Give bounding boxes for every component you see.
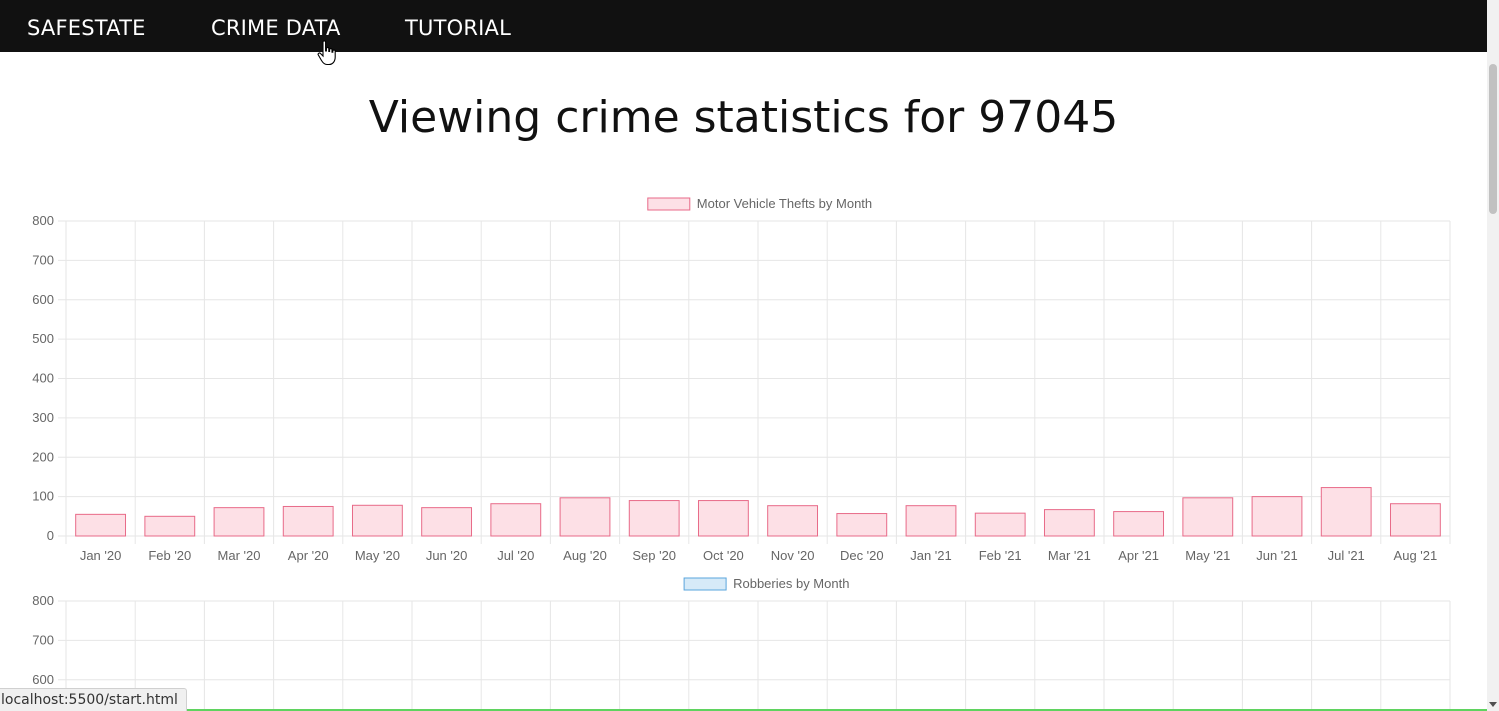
x-tick-label: Apr '20 <box>288 548 329 563</box>
bar[interactable] <box>697 500 749 537</box>
x-tick-label: Sep '20 <box>632 548 676 563</box>
legend-swatch[interactable] <box>647 197 691 211</box>
bar[interactable] <box>282 505 334 537</box>
y-tick-label: 500 <box>32 331 54 346</box>
nav-tutorial-link[interactable]: TUTORIAL <box>405 16 511 40</box>
x-tick-label: Feb '21 <box>979 548 1022 563</box>
y-tick-label: 700 <box>32 252 54 267</box>
x-tick-label: Oct '20 <box>703 548 744 563</box>
x-tick-label: May '20 <box>355 548 400 563</box>
link-status-bar: localhost:5500/start.html <box>0 688 187 711</box>
bar[interactable] <box>767 505 819 537</box>
x-tick-label: Mar '20 <box>218 548 261 563</box>
x-tick-label: Jul '21 <box>1328 548 1365 563</box>
bar[interactable] <box>559 497 611 537</box>
bar[interactable] <box>1043 509 1095 537</box>
x-tick-label: Apr '21 <box>1118 548 1159 563</box>
y-tick-label: 400 <box>32 371 54 386</box>
bar[interactable] <box>351 504 403 537</box>
bar[interactable] <box>1389 503 1441 537</box>
robberies-chart: Robberies by Month 800 700 600 <box>32 576 1451 711</box>
x-tick-label: May '21 <box>1185 548 1230 563</box>
motor-vehicle-thefts-chart: Motor Vehicle Thefts by Month 800 700 600 50… <box>32 196 1451 563</box>
bar[interactable] <box>490 503 542 537</box>
bar[interactable] <box>1113 511 1165 537</box>
y-tick-label: 200 <box>32 449 54 464</box>
bar[interactable] <box>421 507 473 537</box>
nav-brand-link[interactable]: SAFESTATE <box>27 16 146 40</box>
navbar: SAFESTATE CRIME DATA TUTORIAL <box>0 0 1487 52</box>
x-tick-label: Jul '20 <box>497 548 534 563</box>
legend-swatch[interactable] <box>683 577 727 591</box>
y-tick-label: 0 <box>47 528 54 543</box>
x-tick-label: Jun '20 <box>426 548 468 563</box>
y-tick-label: 600 <box>32 292 54 307</box>
legend-label[interactable]: Motor Vehicle Thefts by Month <box>697 196 872 211</box>
x-tick-label: Feb '20 <box>148 548 191 563</box>
y-tick-label: 100 <box>32 489 54 504</box>
bar[interactable] <box>213 507 265 537</box>
hand-pointer-cursor-icon <box>317 40 336 66</box>
x-tick-label: Aug '21 <box>1394 548 1438 563</box>
bar[interactable] <box>1251 496 1303 537</box>
legend-label[interactable]: Robberies by Month <box>733 576 849 591</box>
bar[interactable] <box>905 505 957 537</box>
vertical-scrollbar[interactable] <box>1487 0 1499 711</box>
bar[interactable] <box>974 512 1026 537</box>
x-tick-label: Mar '21 <box>1048 548 1091 563</box>
x-tick-label: Aug '20 <box>563 548 607 563</box>
scrollbar-thumb[interactable] <box>1489 64 1497 214</box>
x-tick-label: Jan '20 <box>80 548 122 563</box>
bar[interactable] <box>75 513 127 537</box>
y-tick-label: 800 <box>32 213 54 228</box>
bar[interactable] <box>628 500 680 537</box>
x-tick-label: Jun '21 <box>1256 548 1298 563</box>
x-tick-label: Dec '20 <box>840 548 884 563</box>
bar[interactable] <box>144 515 196 537</box>
bar[interactable] <box>1182 497 1234 537</box>
y-tick-label: 700 <box>32 632 54 647</box>
bar[interactable] <box>1320 487 1372 537</box>
scroll-down-arrow-icon[interactable] <box>1489 702 1497 707</box>
bar[interactable] <box>836 513 888 537</box>
y-tick-label: 300 <box>32 410 54 425</box>
nav-crime-data-link[interactable]: CRIME DATA <box>211 16 341 40</box>
y-tick-label: 600 <box>32 672 54 687</box>
x-tick-label: Nov '20 <box>771 548 815 563</box>
page-title: Viewing crime statistics for 97045 <box>368 92 1119 143</box>
x-tick-label: Jan '21 <box>910 548 952 563</box>
y-tick-label: 800 <box>32 593 54 608</box>
